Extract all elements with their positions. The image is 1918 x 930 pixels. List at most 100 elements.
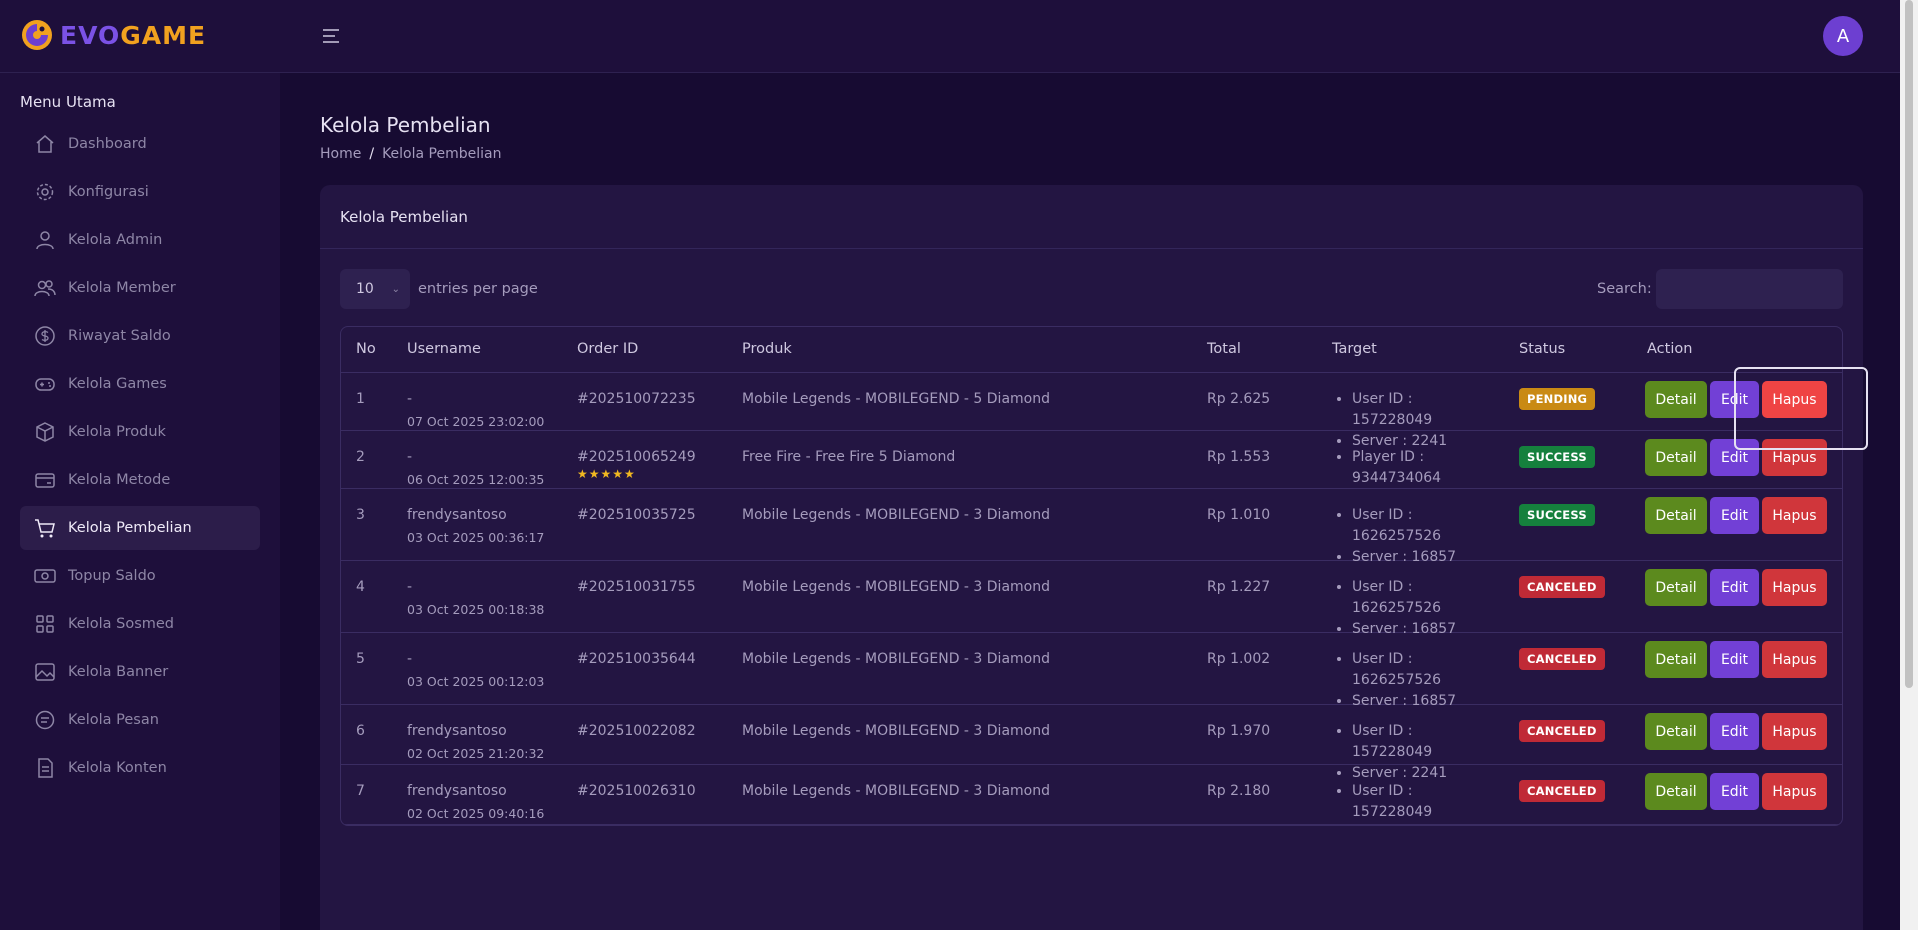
sidebar-item-kelola-pesan[interactable]: Kelola Pesan bbox=[20, 698, 260, 742]
cell-order-id: #202510072235 bbox=[577, 391, 696, 407]
table-header-row: No Username Order ID Produk Total Target… bbox=[341, 327, 1842, 373]
delete-button[interactable]: Hapus bbox=[1762, 497, 1827, 534]
dollar-icon bbox=[34, 325, 56, 347]
status-badge: CANCELED bbox=[1519, 576, 1605, 598]
status-badge: SUCCESS bbox=[1519, 504, 1595, 526]
column-header-target[interactable]: Target bbox=[1332, 341, 1377, 357]
gamepad-icon bbox=[34, 373, 56, 395]
sidebar-item-kelola-produk[interactable]: Kelola Produk bbox=[20, 410, 260, 454]
edit-button[interactable]: Edit bbox=[1710, 439, 1759, 476]
cell-no: 1 bbox=[356, 391, 365, 407]
column-header-no[interactable]: No bbox=[356, 341, 376, 357]
sidebar-item-label: Topup Saldo bbox=[68, 568, 156, 584]
sidebar-item-kelola-konten[interactable]: Kelola Konten bbox=[20, 746, 260, 790]
table-row: 6 frendysantoso 02 Oct 2025 21:20:32 #20251… bbox=[341, 705, 1842, 781]
detail-button[interactable]: Detail bbox=[1645, 641, 1707, 678]
money-icon bbox=[34, 565, 56, 587]
sidebar-item-kelola-metode[interactable]: Kelola Metode bbox=[20, 458, 260, 502]
user-icon bbox=[34, 229, 56, 251]
target-item: User ID : 157228049 bbox=[1352, 781, 1482, 823]
cell-produk: Mobile Legends - MOBILEGEND - 3 Diamond bbox=[742, 507, 1050, 523]
edit-button[interactable]: Edit bbox=[1710, 381, 1759, 418]
sidebar: Menu Utama Dashboard Konfigurasi Kelola Ad… bbox=[0, 73, 280, 930]
user-avatar[interactable]: A bbox=[1823, 16, 1863, 56]
sidebar-item-riwayat-saldo[interactable]: Riwayat Saldo bbox=[20, 314, 260, 358]
cell-username: - bbox=[407, 651, 413, 667]
sidebar-item-dashboard[interactable]: Dashboard bbox=[20, 122, 260, 166]
entries-control: 10 ⌄ entries per page bbox=[340, 269, 538, 309]
scrollbar-thumb[interactable] bbox=[1905, 0, 1913, 688]
column-header-username[interactable]: Username bbox=[407, 341, 481, 357]
entries-label: entries per page bbox=[418, 281, 538, 297]
brand-logo[interactable]: EVOGAME bbox=[20, 18, 206, 52]
top-header: EVOGAME A bbox=[0, 0, 1900, 73]
edit-button[interactable]: Edit bbox=[1710, 773, 1759, 810]
delete-button[interactable]: Hapus bbox=[1762, 641, 1827, 678]
sidebar-item-kelola-pembelian[interactable]: Kelola Pembelian bbox=[20, 506, 260, 550]
cart-icon bbox=[34, 517, 56, 539]
detail-button[interactable]: Detail bbox=[1645, 497, 1707, 534]
sidebar-item-kelola-member[interactable]: Kelola Member bbox=[20, 266, 260, 310]
cell-date: 02 Oct 2025 09:40:16 bbox=[407, 806, 545, 821]
cell-produk: Mobile Legends - MOBILEGEND - 3 Diamond bbox=[742, 723, 1050, 739]
search-input[interactable] bbox=[1656, 269, 1843, 309]
sidebar-item-konfigurasi[interactable]: Konfigurasi bbox=[20, 170, 260, 214]
column-header-order-id[interactable]: Order ID bbox=[577, 341, 638, 357]
detail-button[interactable]: Detail bbox=[1645, 713, 1707, 750]
cell-no: 5 bbox=[356, 651, 365, 667]
edit-button[interactable]: Edit bbox=[1710, 497, 1759, 534]
cell-total: Rp 1.553 bbox=[1207, 449, 1271, 465]
detail-button[interactable]: Detail bbox=[1645, 381, 1707, 418]
entries-per-page-select[interactable]: 10 ⌄ bbox=[340, 269, 410, 309]
edit-button[interactable]: Edit bbox=[1710, 713, 1759, 750]
row-actions: Detail Edit Hapus bbox=[1645, 773, 1830, 810]
image-icon bbox=[34, 661, 56, 683]
sidebar-item-kelola-banner[interactable]: Kelola Banner bbox=[20, 650, 260, 694]
sidebar-item-kelola-admin[interactable]: Kelola Admin bbox=[20, 218, 260, 262]
breadcrumb-home[interactable]: Home bbox=[320, 146, 361, 162]
column-header-total[interactable]: Total bbox=[1207, 341, 1241, 357]
cell-username: - bbox=[407, 579, 413, 595]
sidebar-item-label: Kelola Admin bbox=[68, 232, 163, 248]
cell-total: Rp 1.970 bbox=[1207, 723, 1271, 739]
column-header-status[interactable]: Status bbox=[1519, 341, 1565, 357]
column-header-action[interactable]: Action bbox=[1647, 341, 1692, 357]
cell-order-id: #202510022082 bbox=[577, 723, 696, 739]
sidebar-item-kelola-games[interactable]: Kelola Games bbox=[20, 362, 260, 406]
detail-button[interactable]: Detail bbox=[1645, 439, 1707, 476]
edit-button[interactable]: Edit bbox=[1710, 569, 1759, 606]
delete-button[interactable]: Hapus bbox=[1762, 713, 1827, 750]
target-item: User ID : 1626257526 bbox=[1352, 577, 1482, 619]
cell-produk: Free Fire - Free Fire 5 Diamond bbox=[742, 449, 956, 465]
edit-button[interactable]: Edit bbox=[1710, 641, 1759, 678]
sidebar-item-label: Kelola Pembelian bbox=[68, 520, 192, 536]
sidebar-item-label: Riwayat Saldo bbox=[68, 328, 171, 344]
target-item: User ID : 1626257526 bbox=[1352, 649, 1482, 691]
cell-username: frendysantoso bbox=[407, 783, 507, 799]
sidebar-title: Menu Utama bbox=[20, 93, 116, 111]
cell-target-list: User ID : 157228049Server : 2241 bbox=[1332, 781, 1482, 825]
sidebar-item-topup-saldo[interactable]: Topup Saldo bbox=[20, 554, 260, 598]
row-actions: Detail Edit Hapus bbox=[1645, 569, 1830, 606]
detail-button[interactable]: Detail bbox=[1645, 773, 1707, 810]
sidebar-item-label: Konfigurasi bbox=[68, 184, 149, 200]
users-icon bbox=[34, 277, 56, 299]
target-item: Player ID : 9344734064 bbox=[1352, 447, 1482, 489]
sidebar-item-kelola-sosmed[interactable]: Kelola Sosmed bbox=[20, 602, 260, 646]
cell-order-id: #202510031755 bbox=[577, 579, 696, 595]
delete-button[interactable]: Hapus bbox=[1762, 381, 1827, 418]
hamburger-menu-icon[interactable] bbox=[322, 27, 340, 45]
breadcrumb-current: Kelola Pembelian bbox=[382, 146, 502, 162]
cell-order-id: #202510035725 bbox=[577, 507, 696, 523]
delete-button[interactable]: Hapus bbox=[1762, 569, 1827, 606]
cell-username: - bbox=[407, 391, 413, 407]
delete-button[interactable]: Hapus bbox=[1762, 773, 1827, 810]
sidebar-item-label: Kelola Member bbox=[68, 280, 176, 296]
delete-button[interactable]: Hapus bbox=[1762, 439, 1827, 476]
cell-no: 6 bbox=[356, 723, 365, 739]
cell-date: 07 Oct 2025 23:02:00 bbox=[407, 414, 545, 429]
page-scrollbar[interactable] bbox=[1900, 0, 1918, 930]
column-header-produk[interactable]: Produk bbox=[742, 341, 792, 357]
breadcrumb-separator: / bbox=[369, 146, 375, 162]
detail-button[interactable]: Detail bbox=[1645, 569, 1707, 606]
